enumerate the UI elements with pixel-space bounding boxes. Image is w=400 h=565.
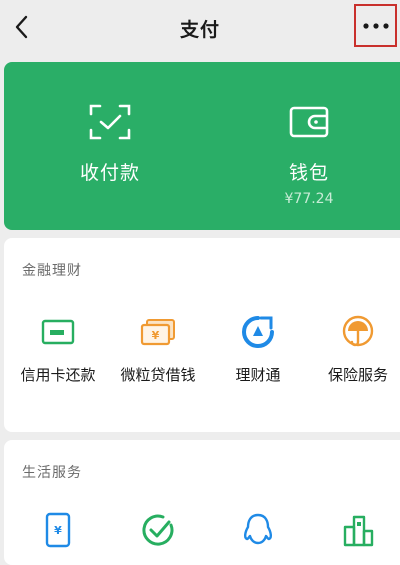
city-service-button[interactable] bbox=[308, 512, 400, 548]
insurance-button[interactable]: 保险服务 bbox=[308, 314, 400, 385]
city-buildings-icon bbox=[343, 515, 374, 547]
umbrella-icon bbox=[342, 315, 374, 347]
credit-card-repay-label: 信用卡还款 bbox=[20, 366, 96, 384]
licaitong-label: 理财通 bbox=[235, 366, 281, 384]
credit-card-repay-button[interactable]: 信用卡还款 bbox=[8, 314, 108, 385]
licaitong-button[interactable]: 理财通 bbox=[208, 314, 308, 385]
more-button[interactable] bbox=[354, 4, 397, 47]
page-title: 支付 bbox=[179, 18, 220, 41]
credit-card-icon bbox=[41, 319, 75, 345]
yuan-cards-icon: ¥ bbox=[140, 319, 175, 346]
qq-service-button[interactable] bbox=[208, 512, 308, 548]
life-services-section: 生活服务 ¥ bbox=[4, 440, 400, 565]
qq-penguin-icon bbox=[244, 513, 272, 545]
svg-text:¥: ¥ bbox=[152, 329, 160, 342]
finance-section-title: 金融理财 bbox=[22, 263, 82, 279]
receive-pay-button[interactable]: 收付款 bbox=[10, 62, 210, 230]
more-dots-icon bbox=[362, 22, 389, 29]
wallet-button[interactable]: 钱包 ¥77.24 bbox=[209, 62, 400, 230]
wallet-panel: 收付款 钱包 ¥77.24 bbox=[4, 62, 400, 230]
svg-text:¥: ¥ bbox=[54, 524, 62, 537]
check-circle-icon bbox=[142, 514, 174, 546]
life-services-section-title: 生活服务 bbox=[22, 465, 82, 481]
mobile-topup-button[interactable]: ¥ bbox=[8, 512, 108, 548]
wallet-icon bbox=[289, 106, 329, 138]
life-service-2-button[interactable] bbox=[108, 512, 208, 548]
insurance-label: 保险服务 bbox=[327, 366, 388, 384]
scan-frame-icon bbox=[89, 104, 131, 140]
weilidai-loan-label: 微粒贷借钱 bbox=[120, 366, 196, 384]
top-bar: 支付 bbox=[0, 0, 400, 56]
wallet-balance: ¥77.24 bbox=[284, 191, 334, 207]
phone-yuan-icon: ¥ bbox=[45, 512, 71, 548]
chevron-left-icon bbox=[15, 15, 28, 39]
receive-pay-label: 收付款 bbox=[79, 162, 140, 184]
wallet-label: 钱包 bbox=[288, 162, 329, 184]
licaitong-icon bbox=[242, 316, 274, 348]
finance-section: 金融理财 信用卡还款 ¥ 微粒贷借钱 理财通 保险服务 bbox=[4, 238, 400, 432]
weilidai-loan-button[interactable]: ¥ 微粒贷借钱 bbox=[108, 314, 208, 385]
back-button[interactable] bbox=[8, 12, 34, 42]
